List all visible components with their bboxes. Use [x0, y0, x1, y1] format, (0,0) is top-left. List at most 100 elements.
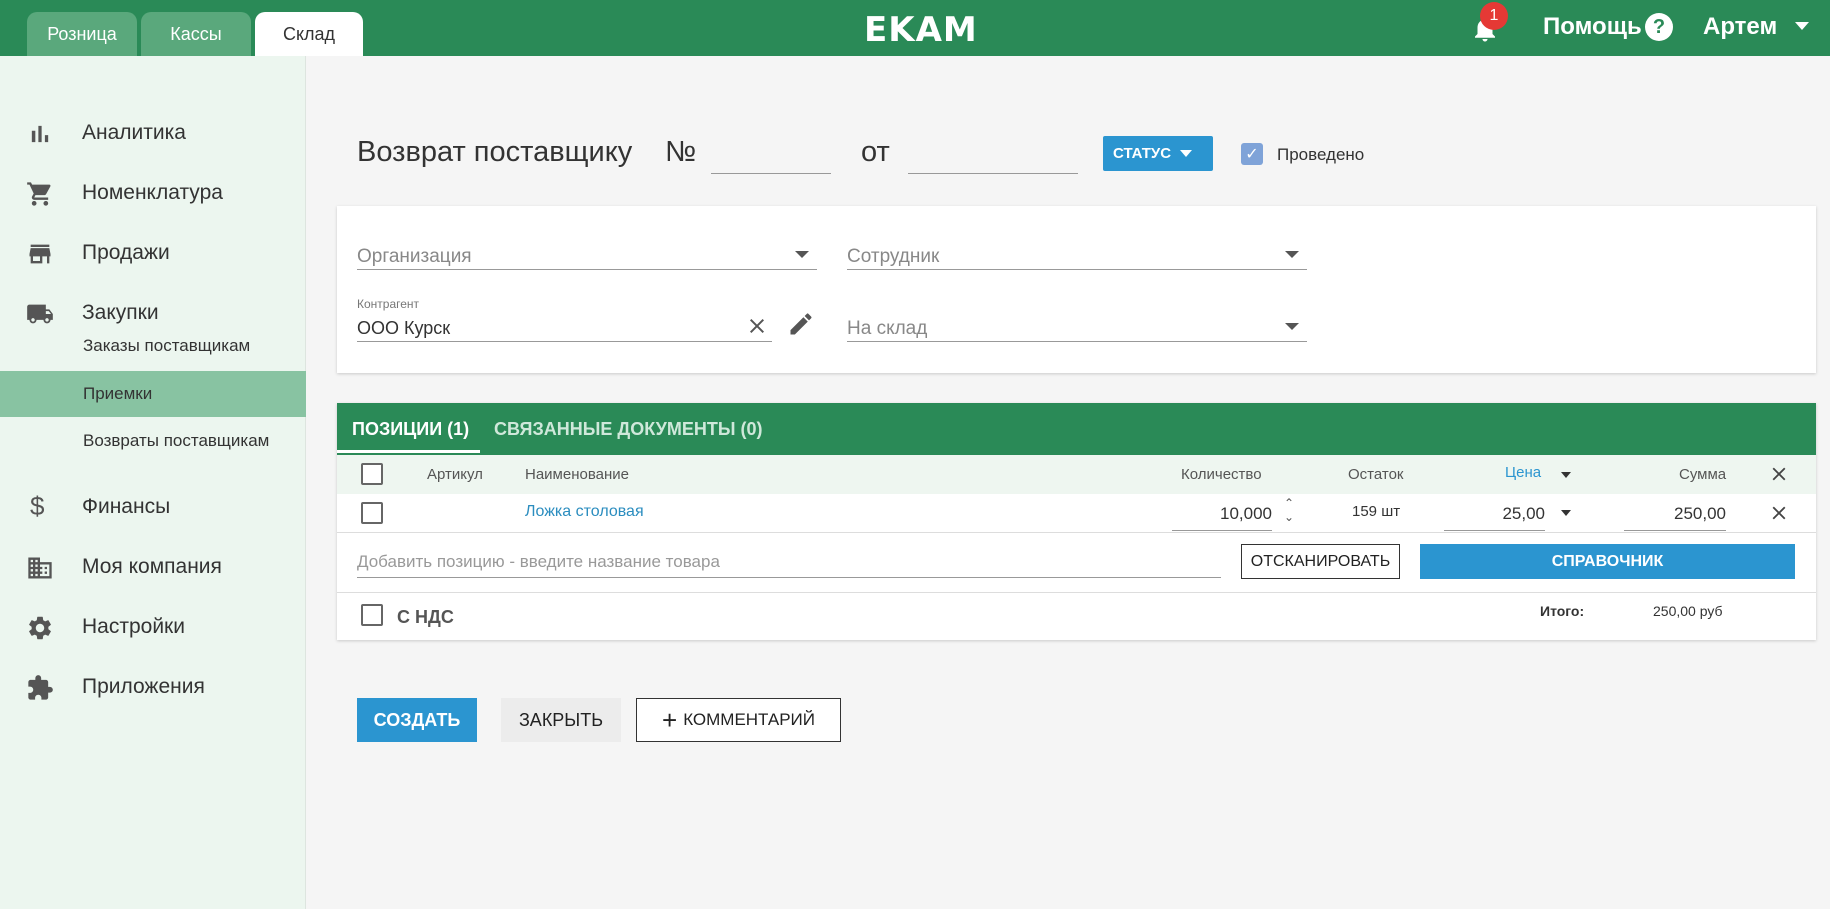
sidebar-item-finance[interactable]: $ Финансы [0, 478, 306, 534]
date-label: от [861, 136, 890, 168]
active-tab-indicator [337, 450, 480, 453]
sidebar-item-label: Аналитика [82, 121, 186, 144]
status-button-label: СТАТУС [1113, 145, 1172, 162]
sidebar-item-label: Финансы [82, 495, 171, 518]
employee-placeholder: Сотрудник [847, 246, 940, 267]
help-icon[interactable]: ? [1645, 13, 1673, 41]
tab-positions[interactable]: ПОЗИЦИИ (1) [352, 419, 469, 440]
column-article: Артикул [427, 466, 483, 483]
sidebar-item-label: Номенклатура [82, 181, 223, 204]
close-button[interactable]: ЗАКРЫТЬ [501, 698, 621, 742]
divider [337, 532, 1816, 533]
posted-label: Проведено [1277, 145, 1365, 164]
table-header: Артикул Наименование Количество Остаток … [337, 455, 1816, 494]
quantity-value: 10,000 [1220, 504, 1272, 523]
cart-icon [27, 182, 51, 206]
organization-placeholder: Организация [357, 246, 472, 267]
add-position-input[interactable]: Добавить позицию - введите название това… [357, 548, 1221, 578]
close-icon[interactable] [1768, 463, 1790, 485]
select-all-checkbox[interactable] [361, 463, 383, 485]
caret-down-icon[interactable] [1561, 510, 1571, 516]
caret-down-icon [1285, 251, 1299, 258]
sidebar-item-analytics[interactable]: Аналитика [0, 104, 306, 160]
sidebar-item-label: Продажи [82, 241, 170, 264]
total-label: Итого: [1540, 603, 1585, 619]
vat-label: С НДС [397, 607, 454, 627]
sidebar-item-apps[interactable]: Приложения [0, 658, 306, 714]
row-stock: 159 шт [1352, 503, 1401, 520]
building-icon [28, 557, 52, 579]
warehouse-placeholder: На склад [847, 318, 928, 339]
counterparty-value: ООО Курск [357, 318, 451, 338]
column-stock: Остаток [1348, 466, 1404, 483]
tab-warehouse[interactable]: Склад [255, 12, 363, 56]
sidebar-subitem-supplier-returns[interactable]: Возвраты поставщикам [0, 418, 306, 464]
caret-down-icon [1285, 323, 1299, 330]
logo: EKAM [864, 10, 978, 50]
puzzle-icon [28, 675, 53, 700]
add-comment-button[interactable]: + КОММЕНТАРИЙ [636, 698, 841, 742]
page-title: Возврат поставщику [357, 136, 633, 168]
column-quantity: Количество [1181, 466, 1262, 483]
dollar-icon: $ [30, 491, 45, 521]
close-icon[interactable] [1768, 502, 1790, 524]
sidebar-item-my-company[interactable]: Моя компания [0, 538, 306, 594]
sidebar: Аналитика Номенклатура Продажи Закупки З… [0, 56, 306, 909]
row-name-link[interactable]: Ложка столовая [525, 503, 644, 521]
tab-cash-registers[interactable]: Кассы [141, 12, 251, 56]
row-checkbox[interactable] [361, 502, 383, 524]
gear-icon [29, 616, 51, 640]
notification-badge: 1 [1480, 2, 1508, 30]
sidebar-item-label: Приложения [82, 675, 205, 698]
sidebar-item-nomenclature[interactable]: Номенклатура [0, 164, 306, 220]
sidebar-subitem-label: Приемки [83, 384, 153, 403]
quantity-input[interactable]: 10,000 [1172, 500, 1272, 531]
scan-button[interactable]: ОТСКАНИРОВАТЬ [1241, 544, 1400, 579]
help-link[interactable]: Помощь [1543, 13, 1642, 41]
counterparty-label: Контрагент [357, 297, 420, 311]
sum-input[interactable]: 250,00 [1624, 500, 1726, 531]
column-name: Наименование [525, 466, 629, 483]
caret-down-icon [795, 251, 809, 258]
caret-down-icon [1180, 150, 1192, 157]
pencil-icon[interactable] [787, 310, 815, 338]
status-button[interactable]: СТАТУС [1103, 136, 1213, 171]
price-input[interactable]: 25,00 [1444, 500, 1545, 531]
sidebar-subitem-label: Возвраты поставщикам [83, 431, 270, 450]
tab-linked-documents[interactable]: СВЯЗАННЫЕ ДОКУМЕНТЫ (0) [494, 419, 762, 440]
warehouse-select[interactable]: На склад [847, 312, 1307, 342]
document-date-input[interactable] [908, 136, 1078, 174]
user-menu[interactable]: Артем [1703, 13, 1777, 41]
column-sum: Сумма [1679, 466, 1727, 483]
plus-icon: + [662, 705, 678, 735]
tab-retail[interactable]: Розница [27, 12, 137, 56]
vat-checkbox[interactable] [361, 604, 383, 626]
sum-value: 250,00 [1674, 504, 1726, 523]
quantity-stepper[interactable]: ⌃ ⌄ [1284, 496, 1294, 524]
sidebar-subitem-receipts[interactable]: Приемки [0, 371, 306, 417]
bar-chart-icon [31, 125, 49, 143]
document-number-input[interactable] [711, 136, 831, 174]
number-label: № [665, 136, 697, 168]
organization-select[interactable]: Организация [357, 240, 817, 270]
store-icon [29, 244, 51, 264]
sidebar-item-label: Настройки [82, 615, 185, 638]
document-form-card [337, 206, 1816, 373]
chevron-down-icon[interactable] [1795, 22, 1809, 30]
sidebar-item-label: Моя компания [82, 555, 222, 578]
catalog-button[interactable]: СПРАВОЧНИК [1420, 544, 1795, 579]
caret-down-icon[interactable] [1561, 472, 1571, 478]
counterparty-field[interactable]: ООО Курск [357, 312, 772, 342]
sidebar-item-settings[interactable]: Настройки [0, 598, 306, 654]
sidebar-subitem-label: Заказы поставщикам [83, 336, 251, 355]
posted-checkbox[interactable]: ✓ [1241, 143, 1263, 165]
column-price[interactable]: Цена [1505, 464, 1541, 481]
sidebar-subitem-supplier-orders[interactable]: Заказы поставщикам [0, 323, 306, 369]
sidebar-item-sales[interactable]: Продажи [0, 224, 306, 280]
divider [337, 592, 1816, 593]
add-position-placeholder: Добавить позицию - введите название това… [357, 552, 720, 571]
create-button[interactable]: СОЗДАТЬ [357, 698, 477, 742]
employee-select[interactable]: Сотрудник [847, 240, 1307, 270]
close-icon[interactable] [745, 314, 769, 338]
sidebar-item-label: Закупки [82, 301, 159, 324]
